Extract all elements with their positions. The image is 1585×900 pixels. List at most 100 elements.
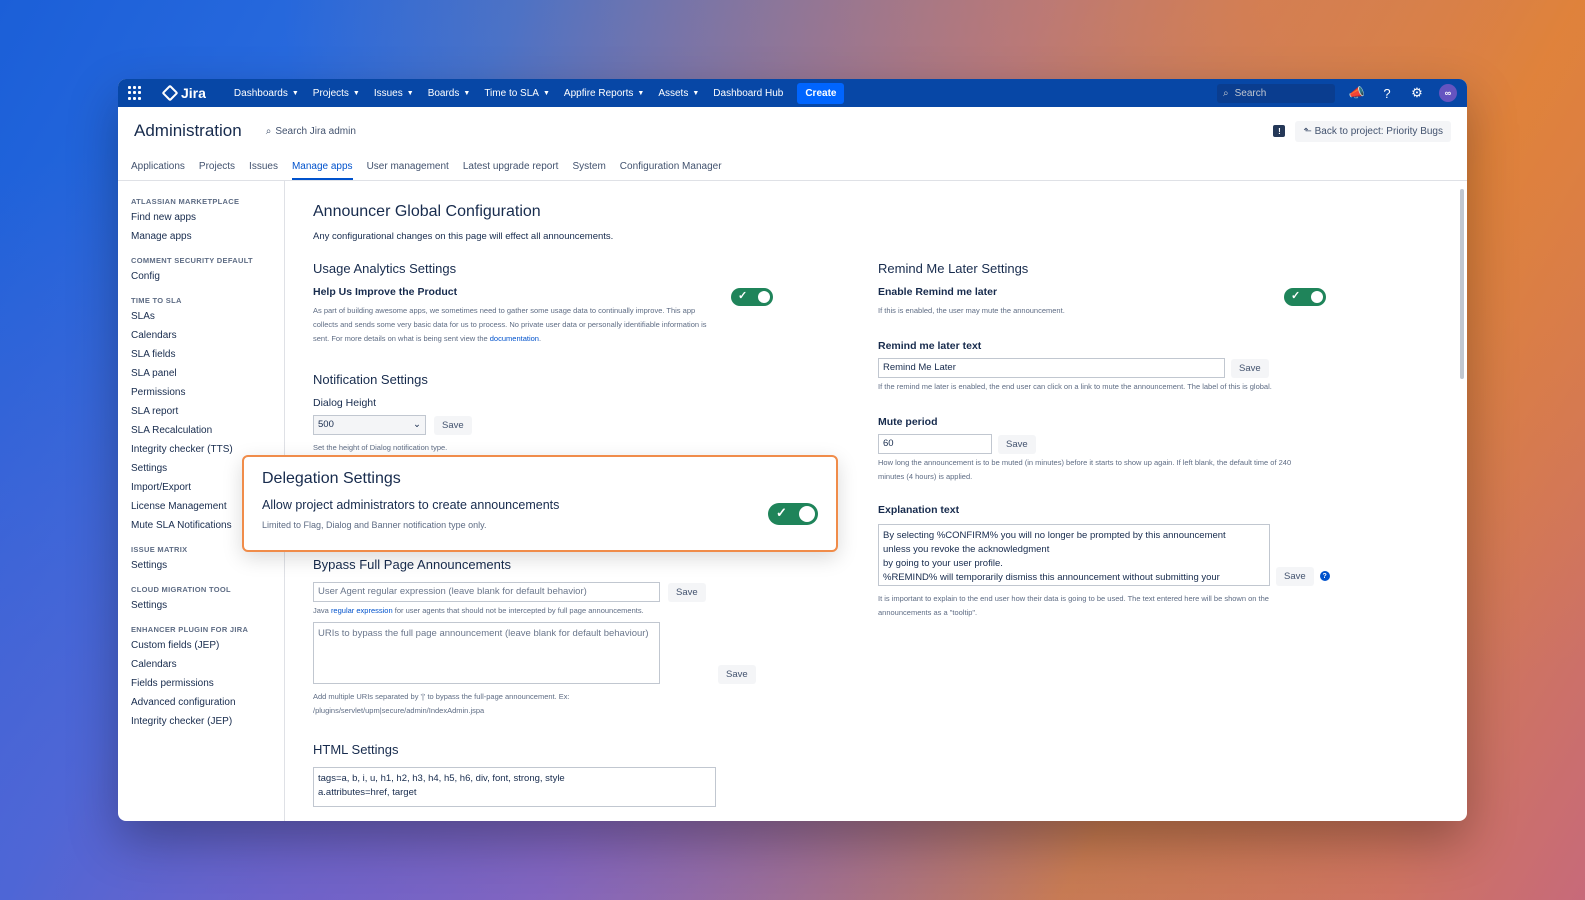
jira-window: Jira Dashboards ▼ Projects ▼ Issues ▼ Board… <box>118 79 1467 821</box>
nav-time-to-sla[interactable]: Time to SLA ▼ <box>484 88 550 99</box>
feedback-icon[interactable]: ! <box>1273 125 1286 137</box>
help-icon[interactable]: ? <box>1379 85 1395 101</box>
sidebar-heading: ATLASSIAN MARKETPLACE <box>131 197 240 206</box>
sidebar-heading: TIME TO SLA <box>131 296 182 305</box>
sidebar-item[interactable]: Find new apps <box>131 212 271 223</box>
notification-settings-title: Notification Settings <box>313 372 428 387</box>
tab-projects[interactable]: Projects <box>199 155 235 178</box>
sidebar-item[interactable]: Settings <box>131 600 271 611</box>
sidebar-item[interactable]: SLA report <box>131 406 271 417</box>
user-agent-save-button[interactable]: Save <box>668 582 706 602</box>
bypass-title: Bypass Full Page Announcements <box>313 557 512 572</box>
explanation-textarea[interactable]: By selecting %CONFIRM% you will no longe… <box>878 524 1270 586</box>
dialog-height-help: Set the height of Dialog notification ty… <box>313 443 448 452</box>
regular-expression-link[interactable]: regular expression <box>331 606 393 615</box>
app-switcher-icon[interactable] <box>128 86 142 100</box>
tab-applications[interactable]: Applications <box>131 155 185 178</box>
html-settings-textarea[interactable]: tags=a, b, i, u, h1, h2, h3, h4, h5, h6,… <box>313 767 716 807</box>
tab-configuration-manager[interactable]: Configuration Manager <box>620 155 722 178</box>
chevron-down-icon: ▼ <box>637 89 645 97</box>
sidebar-item[interactable]: Custom fields (JEP) <box>131 640 271 651</box>
sidebar-group: CLOUD MIGRATION TOOL Settings <box>131 585 271 611</box>
sidebar-item[interactable]: Advanced configuration <box>131 697 271 708</box>
explanation-save-button[interactable]: Save <box>1276 567 1314 586</box>
sidebar-item[interactable]: Config <box>131 271 271 282</box>
nav-boards[interactable]: Boards ▼ <box>428 88 471 99</box>
dialog-height-select[interactable]: 500 ⌄ <box>313 415 426 435</box>
sidebar-item[interactable]: SLA panel <box>131 368 271 379</box>
sidebar-item[interactable]: Manage apps <box>131 231 271 242</box>
remind-text-save-button[interactable]: Save <box>1231 358 1269 378</box>
uri-bypass-textarea[interactable]: URIs to bypass the full page announcemen… <box>313 622 660 684</box>
help-icon[interactable]: ? <box>1319 571 1330 581</box>
gear-icon[interactable]: ⚙ <box>1409 85 1425 101</box>
uri-bypass-save-button[interactable]: Save <box>718 665 756 684</box>
chevron-down-icon: ▼ <box>463 89 471 97</box>
sidebar-group: ATLASSIAN MARKETPLACE Find new apps Manage… <box>131 197 271 242</box>
nav-dashboards[interactable]: Dashboards ▼ <box>234 88 299 99</box>
avatar[interactable]: ∞ <box>1439 84 1457 102</box>
user-agent-input[interactable]: User Agent regular expression (leave bla… <box>313 582 660 602</box>
remind-me-later-toggle[interactable]: ✓ <box>1284 288 1326 306</box>
mute-period-save-button[interactable]: Save <box>998 434 1036 454</box>
nav-dashboard-hub[interactable]: Dashboard Hub <box>713 88 783 99</box>
chevron-down-icon: ▼ <box>352 89 360 97</box>
help-improve-label: Help Us Improve the Product <box>313 286 458 298</box>
chevron-down-icon: ▼ <box>542 89 550 97</box>
tab-issues[interactable]: Issues <box>249 155 278 178</box>
nav-appfire-reports[interactable]: Appfire Reports ▼ <box>564 88 644 99</box>
chevron-down-icon: ▼ <box>291 89 299 97</box>
tab-manage-apps[interactable]: Manage apps <box>291 155 353 180</box>
search-icon: ⌕ <box>265 125 272 137</box>
remind-text-help: If the remind me later is enabled, the e… <box>878 382 1272 391</box>
sidebar-item[interactable]: SLA fields <box>131 349 271 360</box>
sidebar-heading: CLOUD MIGRATION TOOL <box>131 585 231 594</box>
usage-analytics-toggle[interactable]: ✓ <box>731 288 773 306</box>
html-settings-title: HTML Settings <box>313 742 399 757</box>
search-input[interactable]: ⌕ Search <box>1217 83 1335 103</box>
admin-search[interactable]: ⌕ Search Jira admin <box>266 126 356 137</box>
explanation-label: Explanation text <box>878 504 960 516</box>
sidebar-item[interactable]: Integrity checker (JEP) <box>131 716 271 727</box>
sidebar-item[interactable]: Calendars <box>131 330 271 341</box>
nav-assets[interactable]: Assets ▼ <box>658 88 699 99</box>
dialog-height-save-button[interactable]: Save <box>434 415 472 435</box>
check-icon: ✓ <box>738 290 748 302</box>
back-arrow-icon: ⬑ <box>1303 125 1315 137</box>
tab-user-management[interactable]: User management <box>367 155 449 178</box>
usage-analytics-title: Usage Analytics Settings <box>313 261 457 276</box>
back-to-project-button[interactable]: ⬑ Back to project: Priority Bugs <box>1295 120 1451 142</box>
tab-latest-upgrade-report[interactable]: Latest upgrade report <box>463 155 559 178</box>
jira-logo[interactable]: Jira <box>161 84 206 102</box>
delegation-title: Delegation Settings <box>262 470 401 487</box>
admin-tabs: Applications Projects Issues Manage apps… <box>118 155 1467 181</box>
nav-issues[interactable]: Issues ▼ <box>374 88 414 99</box>
sidebar-item[interactable]: Fields permissions <box>131 678 271 689</box>
search-icon: ⌕ <box>1223 87 1229 99</box>
chevron-down-icon: ▼ <box>406 89 414 97</box>
uri-bypass-help-1: Add multiple URIs separated by '|' to by… <box>313 692 570 701</box>
delegation-toggle[interactable]: ✓ <box>768 503 818 525</box>
enable-remind-label: Enable Remind me later <box>878 286 998 298</box>
check-icon: ✓ <box>1291 290 1301 302</box>
sidebar-item[interactable]: SLA Recalculation <box>131 425 271 436</box>
sidebar-item[interactable]: Calendars <box>131 659 271 670</box>
sidebar-item[interactable]: SLAs <box>131 311 271 322</box>
documentation-link[interactable]: documentation <box>490 334 539 343</box>
tab-system[interactable]: System <box>572 155 605 178</box>
usage-description: As part of building awesome apps, we som… <box>313 306 707 343</box>
mute-period-input[interactable]: 60 <box>878 434 992 454</box>
enable-remind-help: If this is enabled, the user may mute th… <box>878 306 1065 315</box>
notifications-megaphone-icon[interactable]: 📣 <box>1349 85 1365 101</box>
remind-settings-title: Remind Me Later Settings <box>878 261 1029 276</box>
announcer-title: Announcer Global Configuration <box>313 203 541 220</box>
sidebar-item[interactable]: Integrity checker (TTS) <box>131 444 271 455</box>
nav-projects[interactable]: Projects ▼ <box>313 88 360 99</box>
mute-period-label: Mute period <box>878 416 938 428</box>
scrollbar[interactable] <box>1460 189 1464 379</box>
create-button[interactable]: Create <box>797 82 845 104</box>
check-icon: ✓ <box>776 505 787 520</box>
remind-text-input[interactable]: Remind Me Later <box>878 358 1225 378</box>
sidebar-item[interactable]: Settings <box>131 560 271 571</box>
sidebar-item[interactable]: Permissions <box>131 387 271 398</box>
